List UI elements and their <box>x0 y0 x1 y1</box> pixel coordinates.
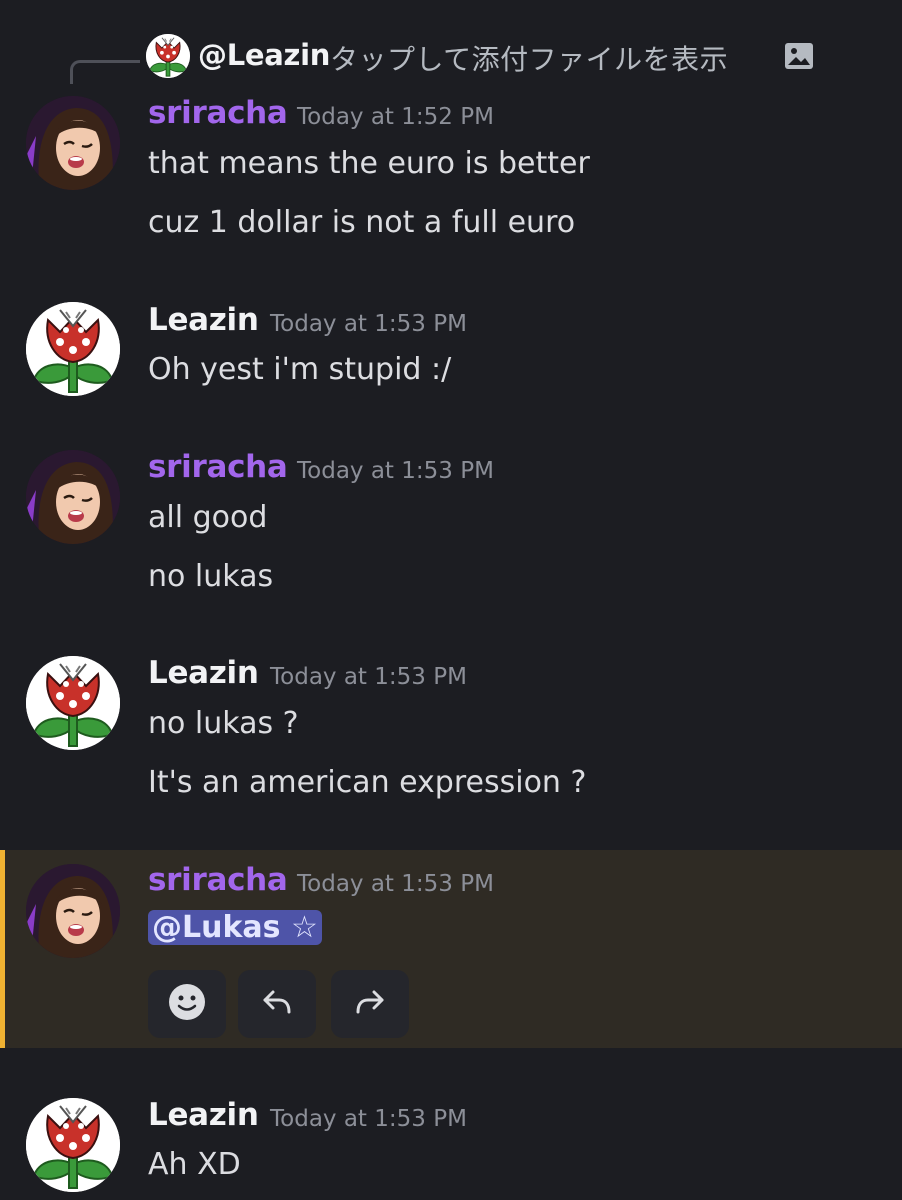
forward-button[interactable] <box>331 970 409 1038</box>
message-text: no lukas <box>148 559 274 594</box>
avatar[interactable] <box>26 96 120 190</box>
message-text: that means the euro is better <box>148 146 590 181</box>
emoji-reaction-icon <box>167 982 207 1026</box>
message-timestamp: Today at 1:53 PM <box>270 1106 467 1132</box>
message-text: cuz 1 dollar is not a full euro <box>148 205 576 240</box>
forward-icon <box>352 984 388 1024</box>
message-timestamp: Today at 1:53 PM <box>297 458 494 484</box>
avatar[interactable] <box>26 1098 120 1192</box>
reply-button[interactable] <box>238 970 316 1038</box>
message-timestamp: Today at 1:52 PM <box>297 104 494 130</box>
avatar[interactable] <box>26 302 120 396</box>
reply-connector <box>70 60 140 84</box>
message-text: no lukas ? <box>148 706 299 741</box>
message-timestamp: Today at 1:53 PM <box>270 311 467 337</box>
message-text: Oh yest i'm stupid :/ <box>148 352 452 387</box>
message-text: It's an american expression ? <box>148 765 587 800</box>
avatar[interactable] <box>26 864 120 958</box>
reply-preview[interactable]: @Leazin タップして添付ファイルを表示 <box>0 26 902 86</box>
message-author[interactable]: sriracha <box>148 862 288 898</box>
reply-attachment-text[interactable]: タップして添付ファイルを表示 <box>330 38 728 78</box>
user-mention[interactable]: @Lukas ☆ <box>148 910 322 945</box>
message-author[interactable]: sriracha <box>148 95 288 131</box>
reply-author[interactable]: @Leazin <box>198 38 330 72</box>
avatar[interactable] <box>26 450 120 544</box>
message-author[interactable]: sriracha <box>148 449 288 485</box>
message-author[interactable]: Leazin <box>148 302 259 338</box>
reply-icon <box>259 984 295 1024</box>
reply-avatar <box>146 34 190 78</box>
avatar[interactable] <box>26 656 120 750</box>
add-reaction-button[interactable] <box>148 970 226 1038</box>
message-text: Ah XD <box>148 1147 241 1182</box>
message-text: @Lukas ☆ <box>148 910 322 945</box>
image-icon <box>784 42 814 70</box>
message-text: all good <box>148 500 268 535</box>
message-author[interactable]: Leazin <box>148 1097 259 1133</box>
message-author[interactable]: Leazin <box>148 655 259 691</box>
message-timestamp: Today at 1:53 PM <box>297 871 494 897</box>
message-timestamp: Today at 1:53 PM <box>270 664 467 690</box>
